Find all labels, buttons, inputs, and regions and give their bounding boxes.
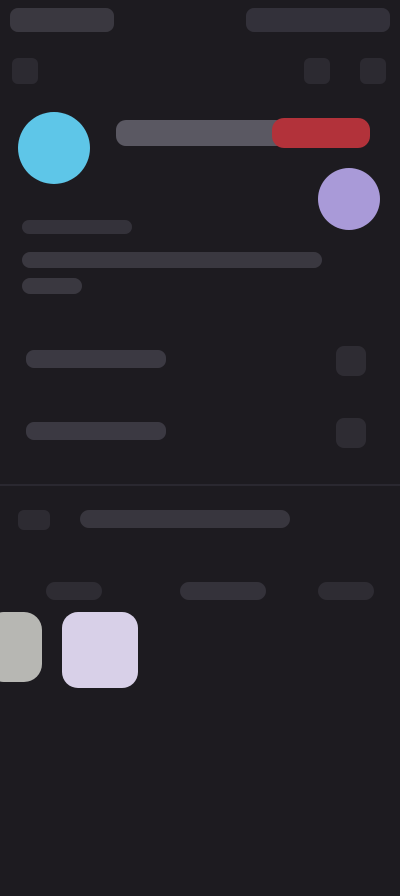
bell-icon[interactable]: [304, 58, 330, 84]
top-app-bar: [0, 46, 400, 96]
profile-description: [22, 252, 342, 300]
gallery-thumbnail[interactable]: [62, 612, 138, 688]
chevron-right-icon: [336, 418, 366, 448]
tab-item[interactable]: [180, 582, 266, 600]
link-icon: [18, 510, 50, 530]
secondary-avatar[interactable]: [318, 168, 380, 230]
more-icon[interactable]: [360, 58, 386, 84]
status-time: [10, 8, 114, 32]
tab-item[interactable]: [46, 582, 102, 600]
status-icons: [246, 8, 390, 32]
back-icon[interactable]: [12, 58, 38, 84]
profile-subtitle: [22, 220, 132, 234]
setting-label: [26, 422, 166, 440]
setting-row[interactable]: [18, 404, 378, 458]
profile-name: [116, 120, 286, 146]
gallery-thumbnail[interactable]: [0, 612, 42, 682]
description-line: [22, 278, 82, 294]
status-badge: [272, 118, 370, 148]
media-gallery: [0, 612, 400, 692]
link-row[interactable]: [0, 500, 400, 540]
divider: [0, 484, 400, 486]
link-text: [80, 510, 290, 528]
setting-label: [26, 350, 166, 368]
tab-item[interactable]: [318, 582, 374, 600]
setting-row[interactable]: [18, 332, 378, 386]
avatar[interactable]: [18, 112, 90, 184]
status-bar: [0, 0, 400, 40]
empty-content-area: [0, 700, 400, 896]
tab-bar: [0, 568, 400, 612]
description-line: [22, 252, 322, 268]
profile-header: [0, 100, 400, 240]
chevron-right-icon: [336, 346, 366, 376]
